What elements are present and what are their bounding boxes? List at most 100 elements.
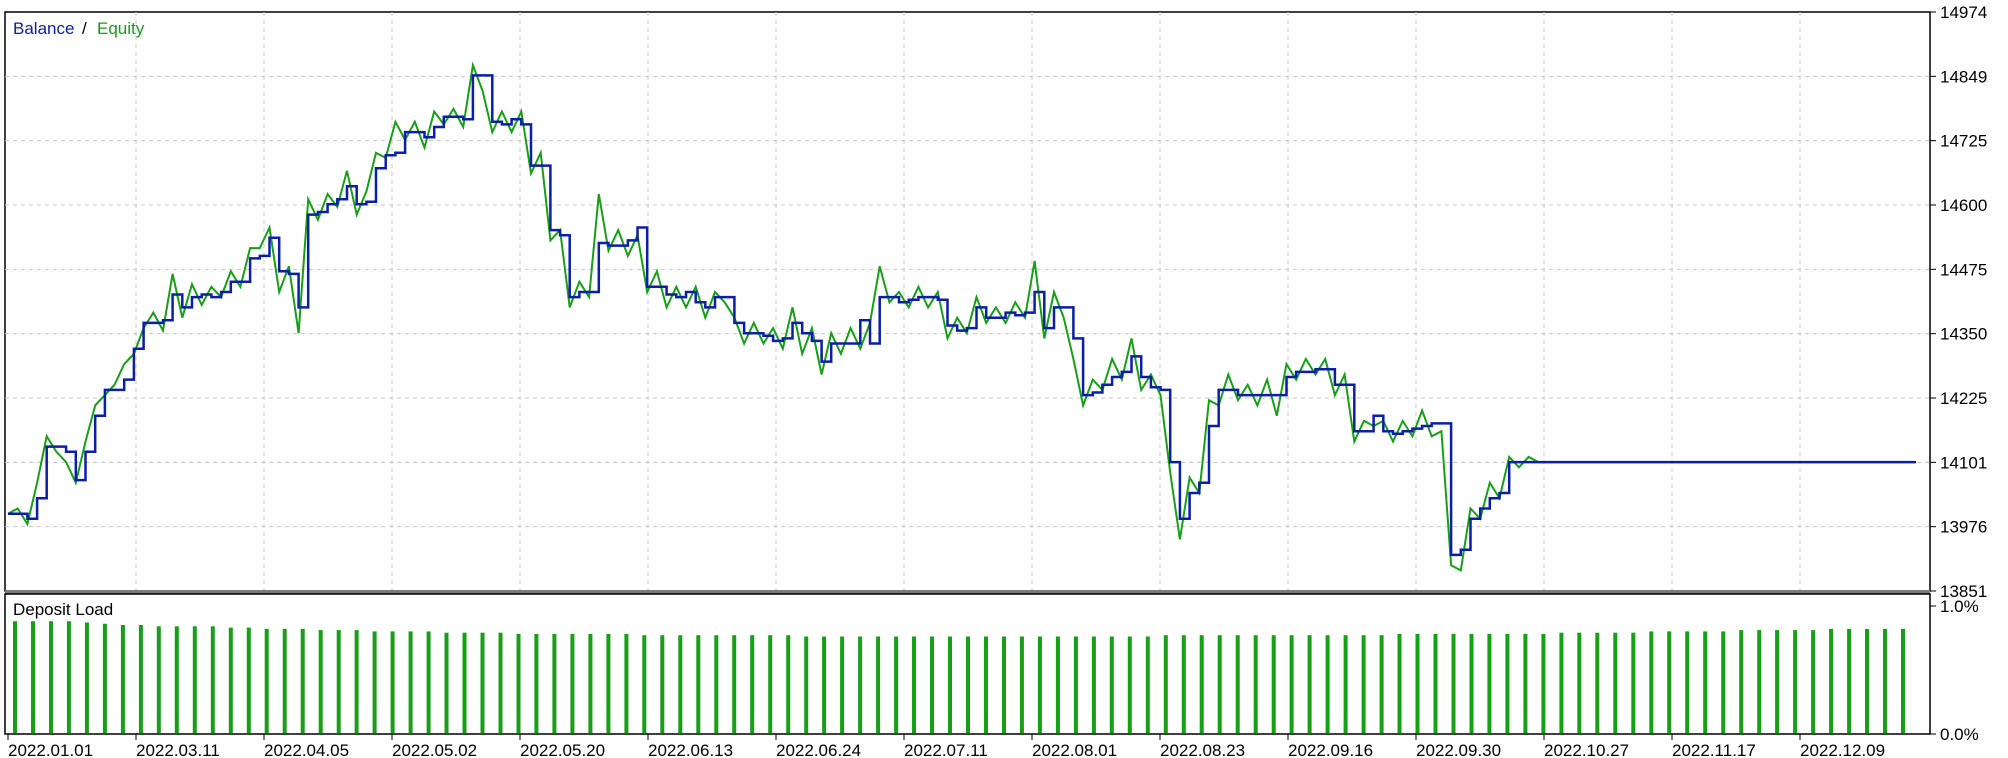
deposit-load-bar [192,626,197,733]
deposit-load-bar [1181,635,1186,733]
deposit-load-bar [1775,630,1780,733]
deposit-load-bar [876,636,881,733]
deposit-load-bar [696,635,701,733]
deposit-load-bar [1073,636,1078,733]
deposit-load-bar [1002,636,1006,733]
deposit-load-bar [426,631,431,733]
deposit-y-tick-label: 0.0% [1940,725,1979,744]
deposit-load-bar [300,628,305,733]
deposit-load-bar [282,628,287,733]
deposit-load-bar [1289,635,1294,733]
deposit-load-bar [120,625,125,733]
deposit-load-bar [228,627,233,733]
y-tick-label: 14101 [1940,453,1987,472]
deposit-load-bar [786,635,791,733]
y-tick-label: 14475 [1940,260,1987,279]
x-tick-label: 2022.08.23 [1160,741,1245,758]
x-tick-label: 2022.01.01 [8,741,93,758]
chart-canvas: 14974 14849 14725 14600 14475 14350 14225 14101… [4,3,1987,758]
y-tick-label: 14225 [1940,389,1987,408]
deposit-load-bar [804,636,809,733]
deposit-load-bar [984,636,988,733]
deposit-load-bar [1307,635,1312,733]
x-axis: 2022.01.01 2022.03.11 2022.04.05 2022.05.02… [7,734,1885,758]
deposit-load-bar [444,632,449,733]
deposit-load-bar [480,632,485,733]
deposit-load-bar [1037,636,1042,733]
deposit-load-bar [49,621,53,733]
deposit-load-bar [138,625,143,733]
deposit-load-bar [840,636,845,733]
deposit-load-bar [372,631,377,733]
deposit-load-bar [1559,632,1564,733]
deposit-load-bar [660,635,665,733]
deposit-load-bar [264,628,269,733]
deposit-load-bar [1649,631,1654,733]
deposit-load-bar [1901,628,1905,733]
deposit-load-bar [1487,633,1492,733]
deposit-load-bar [1757,630,1762,733]
deposit-load-bar [1343,635,1348,733]
deposit-load-bar [174,626,179,733]
deposit-load-bar [1847,628,1852,733]
deposit-load-bar [642,635,647,733]
x-tick-label: 2022.03.11 [136,741,220,758]
deposit-load-bar [1703,631,1708,733]
deposit-load-bar [1829,628,1834,733]
deposit-load-bar [1883,628,1887,733]
deposit-load-bar [732,635,737,733]
main-y-axis: 14974 14849 14725 14600 14475 14350 14225 14101… [1930,3,1987,601]
deposit-load-bar [714,635,719,733]
deposit-load-bar [1379,635,1384,733]
x-tick-label: 2022.09.16 [1288,741,1373,758]
y-tick-label: 13976 [1940,518,1987,537]
deposit-load-bar [894,636,899,733]
deposit-load-bar [588,633,593,733]
deposit-load-bar [1271,635,1276,733]
x-tick-label: 2022.07.11 [904,741,988,758]
deposit-load-bar [31,621,35,733]
deposit-load-bar [624,633,629,733]
deposit-load-bar [354,630,359,733]
x-tick-label: 2022.05.20 [520,741,605,758]
deposit-load-bar [1451,633,1456,733]
main-panel: 14974 14849 14725 14600 14475 14350 14225 14101… [4,3,1987,601]
deposit-y-axis: 1.0% 0.0% [1930,597,1979,744]
legend-balance-label: Balance [13,19,74,38]
deposit-load-bar [1325,635,1330,733]
deposit-load-bar [516,633,521,733]
deposit-load-bar [1595,632,1600,733]
deposit-load-bar [1685,631,1690,733]
deposit-load-bar [1163,635,1168,733]
x-tick-label: 2022.09.30 [1416,741,1501,758]
deposit-load-bar [534,633,539,733]
deposit-load-bar [1145,636,1150,733]
deposit-load-bar [246,627,251,733]
deposit-load-bar [156,626,161,733]
deposit-load-bar [1721,631,1726,733]
y-tick-label: 14350 [1940,325,1987,344]
deposit-load-bar [498,632,503,733]
deposit-load-bar [462,632,467,733]
deposit-load-bar [1811,630,1816,733]
deposit-load-bar [1541,633,1546,733]
deposit-load-bar [1019,636,1024,733]
deposit-load-bar [1217,635,1222,733]
deposit-load-bar [1253,635,1258,733]
deposit-load-bar [1055,636,1060,733]
legend-separator: / [82,19,87,38]
deposit-load-bar [408,631,413,733]
x-tick-label: 2022.04.05 [264,741,349,758]
deposit-load-bar [1433,633,1438,733]
deposit-load-bar [1235,635,1240,733]
deposit-load-bar [1739,630,1744,733]
deposit-load-bar [930,636,934,733]
deposit-load-bar [336,630,341,733]
y-tick-label: 14849 [1940,67,1987,86]
deposit-load-bar [606,633,611,733]
y-tick-label: 14974 [1940,3,1987,22]
deposit-load-bar [1667,631,1672,733]
deposit-load-bar [1199,635,1204,733]
x-tick-label: 2022.06.13 [648,741,733,758]
deposit-load-bar [1865,628,1869,733]
